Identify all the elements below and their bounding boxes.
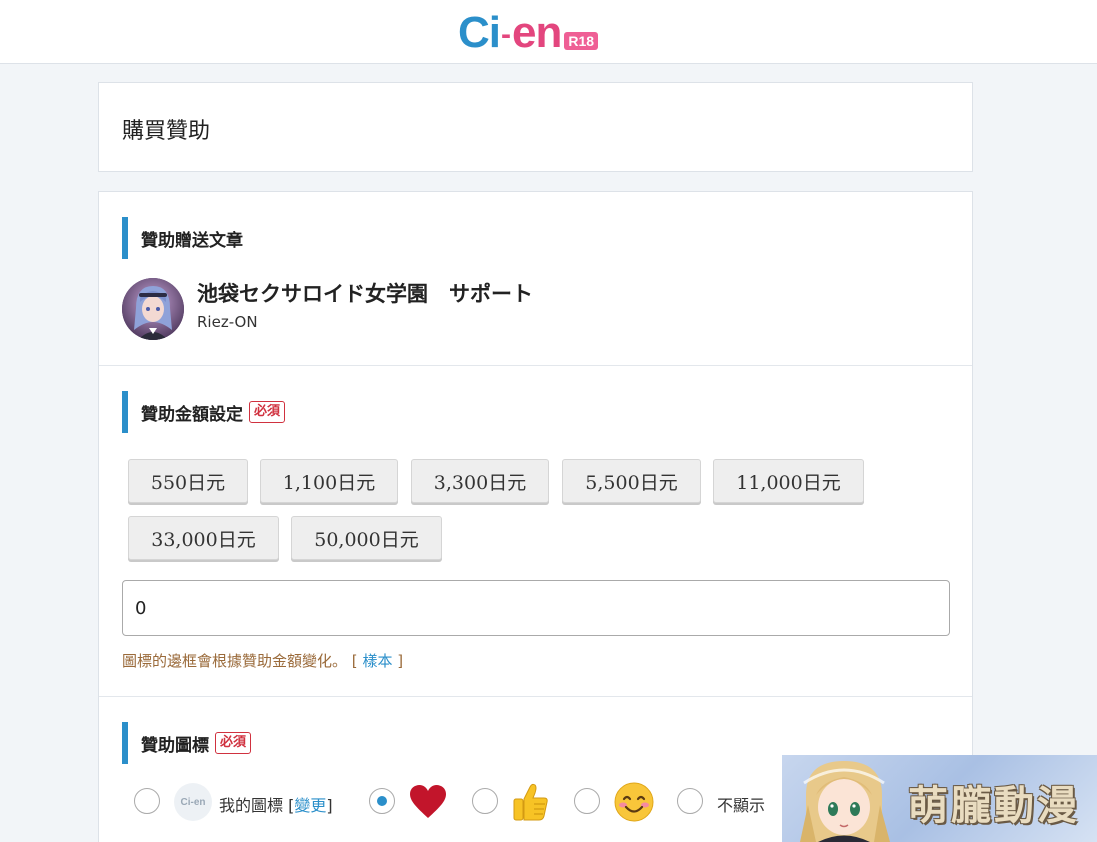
site-watermark: 萌朧動漫 <box>782 755 1097 842</box>
amount-option-button[interactable]: 1,100日元 <box>260 459 398 503</box>
icon-radio-none[interactable] <box>677 788 703 814</box>
icon-radio-heart[interactable] <box>369 788 395 814</box>
watermark-text: 萌朧動漫 <box>908 783 1080 829</box>
amount-heading-label: 贊助金額設定 <box>141 404 243 425</box>
heart-icon <box>410 785 446 818</box>
icon-radio-smile[interactable] <box>574 788 600 814</box>
page-title-card: 購買贊助 <box>98 82 973 172</box>
thumbs-up-icon <box>513 783 548 821</box>
creator-name[interactable]: Riez-ON <box>197 313 258 331</box>
recipient-heading: 贊助贈送文章 <box>122 217 243 259</box>
amount-option-button[interactable]: 50,000日元 <box>291 516 442 560</box>
site-logo[interactable]: Ci - en R18 <box>458 8 599 57</box>
amount-option-button[interactable]: 33,000日元 <box>128 516 279 560</box>
hint-bracket-open: [ <box>351 652 358 670</box>
change-icon-link[interactable]: 變更 <box>294 796 326 815</box>
amount-option-button[interactable]: 5,500日元 <box>562 459 701 503</box>
logo-dash-text: - <box>501 18 511 51</box>
amount-heading: 贊助金額設定 必須 <box>122 391 286 433</box>
icon-heading: 贊助圖標 必須 <box>122 722 252 764</box>
smile-icon <box>614 782 654 822</box>
plan-name: 池袋セクサロイド女学園 サポート <box>197 282 533 306</box>
icon-radio-my-icon[interactable] <box>134 788 160 814</box>
icon-radio-thumbs-up[interactable] <box>472 788 498 814</box>
amount-option-button[interactable]: 3,300日元 <box>411 459 549 503</box>
sample-link[interactable]: 樣本 <box>362 652 392 670</box>
recipient-section: 贊助贈送文章 池袋セクサロイド女学園 サポート Riez-ON <box>99 192 972 366</box>
hide-icon-label: 不顯示 <box>717 796 766 815</box>
amount-option-button[interactable]: 550日元 <box>128 459 248 503</box>
logo-ci-text: Ci <box>458 8 501 57</box>
logo-en-text: en <box>512 8 562 57</box>
creator-avatar[interactable] <box>122 278 184 340</box>
icon-heading-label: 贊助圖標 <box>141 735 209 756</box>
amount-hint-text: 圖標的邊框會根據贊助金額變化。 <box>122 652 348 670</box>
recipient-heading-label: 贊助贈送文章 <box>141 230 243 251</box>
logo-r18-badge: R18 <box>564 32 599 50</box>
change-bracket-close: ] <box>326 796 333 815</box>
my-icon-label: 我的圖標 <box>219 796 284 815</box>
required-badge: 必須 <box>249 401 286 423</box>
amount-input[interactable] <box>122 580 950 636</box>
site-header: Ci - en R18 <box>0 0 1097 64</box>
watermark-character-image <box>800 761 890 842</box>
my-icon-label-group: 我的圖標 [變更] <box>219 792 333 816</box>
my-icon-avatar: Ci-en <box>174 783 212 821</box>
required-badge: 必須 <box>215 732 252 754</box>
page-title: 購買贊助 <box>122 119 211 144</box>
hint-bracket-close: ] <box>397 652 404 670</box>
amount-hint: 圖標的邊框會根據贊助金額變化。 [ 樣本 ] <box>122 650 403 671</box>
creator-avatar-image <box>122 278 184 340</box>
amount-option-button[interactable]: 11,000日元 <box>713 459 864 503</box>
